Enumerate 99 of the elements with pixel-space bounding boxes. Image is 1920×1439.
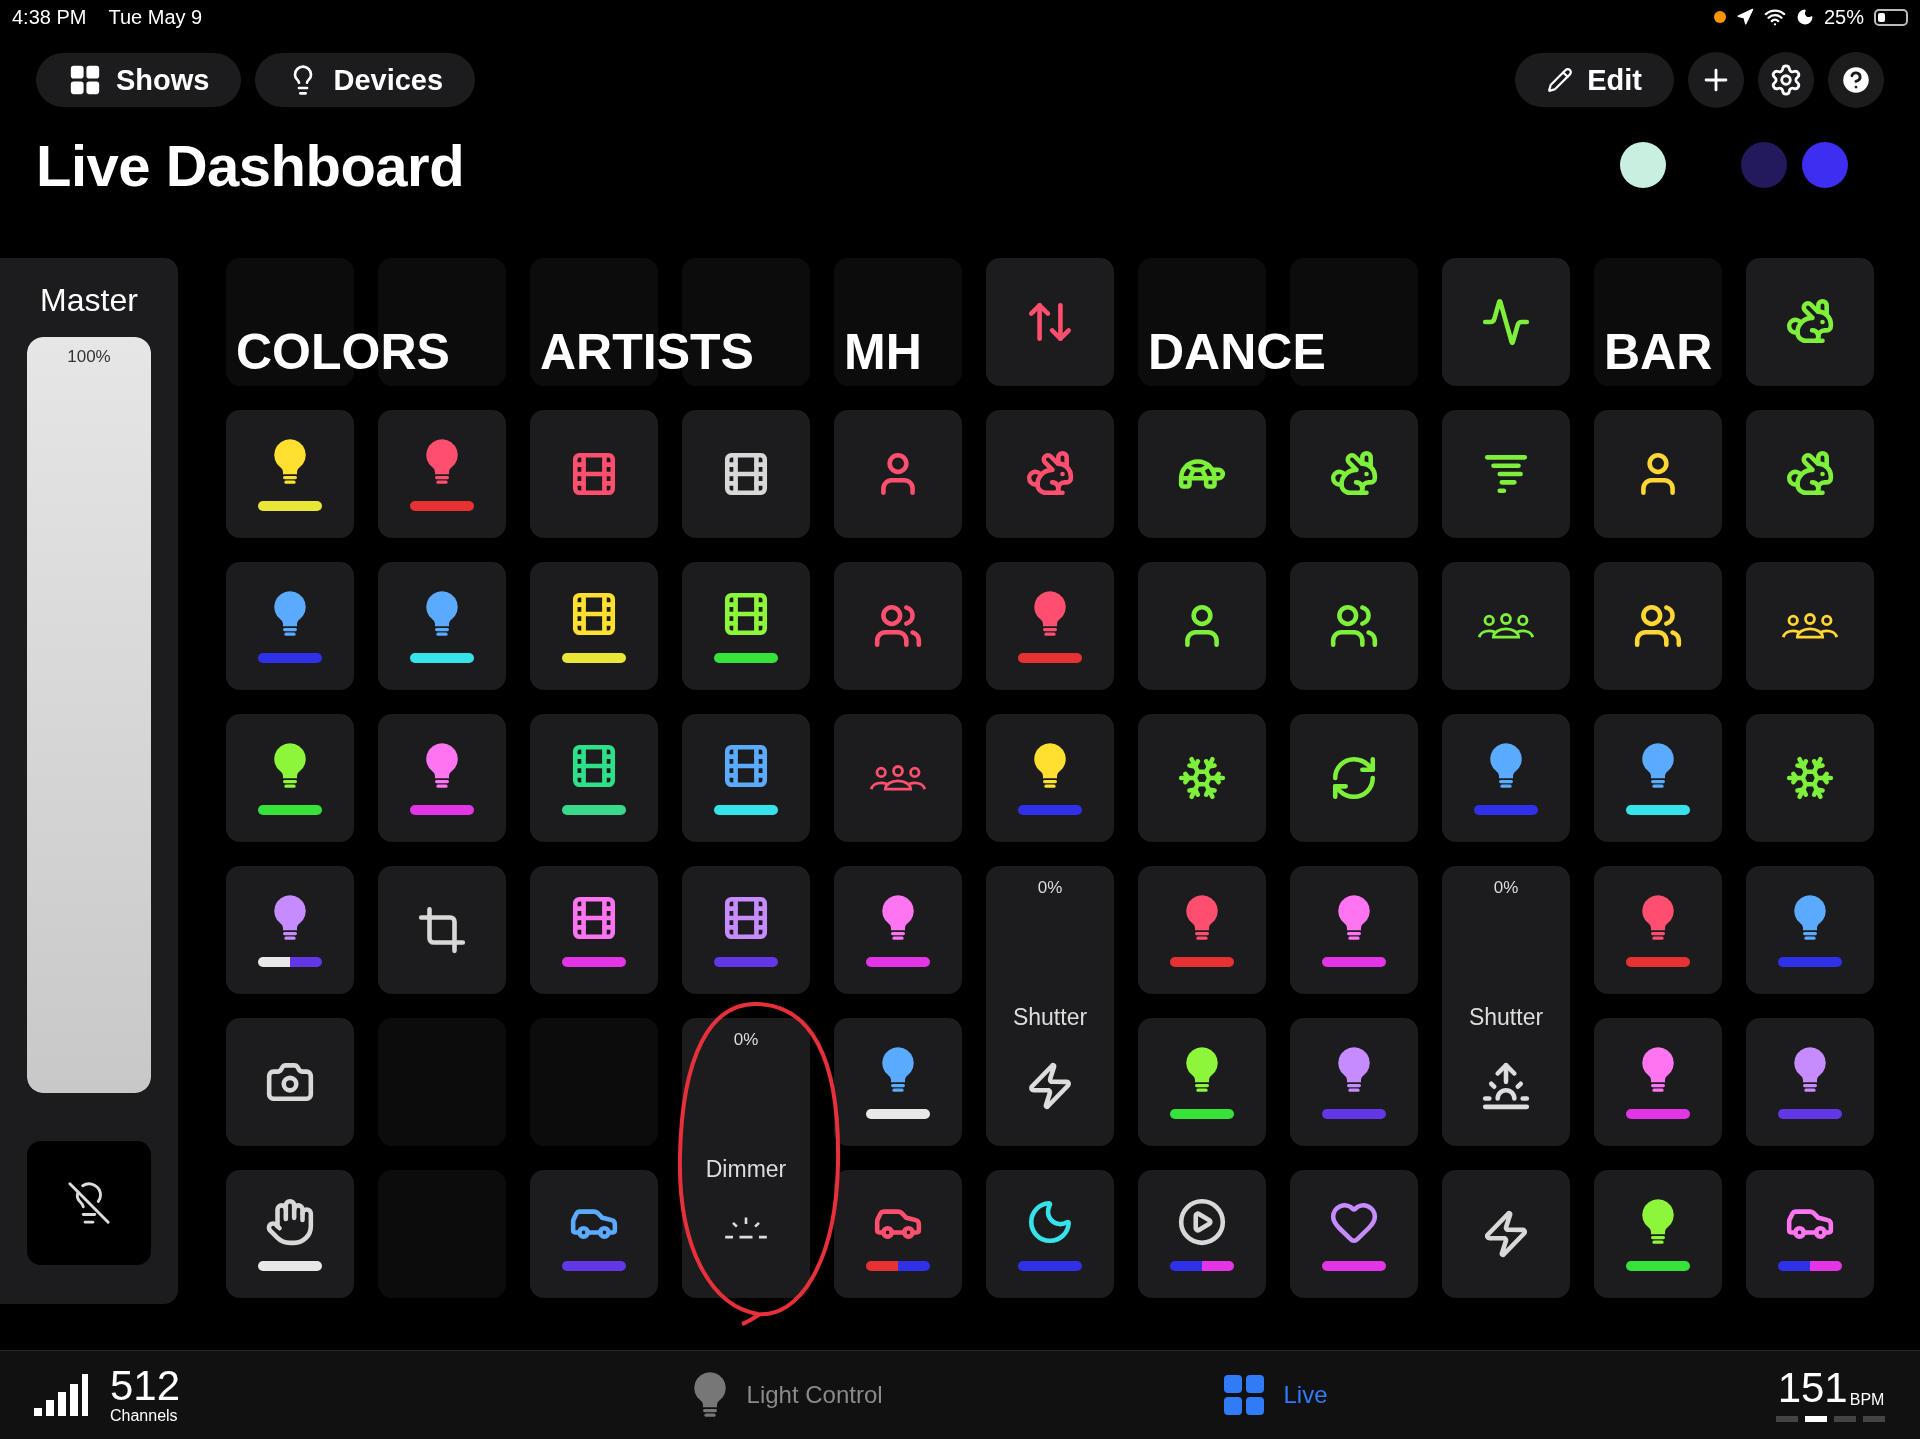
scene-button[interactable] bbox=[834, 866, 962, 994]
status-time: 4:38 PM bbox=[12, 5, 87, 29]
wifi-icon bbox=[1763, 6, 1786, 28]
scene-button[interactable] bbox=[1138, 1018, 1266, 1146]
settings-button[interactable] bbox=[1758, 52, 1814, 108]
shows-button[interactable]: Shows bbox=[36, 53, 242, 107]
group-heading: ARTISTS bbox=[540, 325, 754, 380]
scene-button[interactable] bbox=[682, 866, 810, 994]
channel-label: Channels bbox=[110, 1407, 178, 1425]
color-swatch[interactable] bbox=[1802, 142, 1848, 188]
bpm-value: 151 bbox=[1777, 1367, 1848, 1409]
scene-button[interactable] bbox=[1594, 1170, 1722, 1298]
group-heading: BAR bbox=[1604, 325, 1713, 380]
scene-button[interactable] bbox=[378, 866, 506, 994]
scene-button[interactable] bbox=[1746, 714, 1874, 842]
scene-button[interactable] bbox=[834, 1018, 962, 1146]
scene-button[interactable] bbox=[1594, 1018, 1722, 1146]
status-date: Tue May 9 bbox=[108, 5, 203, 29]
master-label: Master bbox=[40, 282, 138, 319]
bottom-tab[interactable]: Light Control bbox=[688, 1370, 883, 1420]
scene-button[interactable] bbox=[226, 714, 354, 842]
master-reading: 100% bbox=[66, 347, 112, 367]
signal-icon bbox=[34, 1374, 88, 1416]
scene-button[interactable] bbox=[1138, 1170, 1266, 1298]
pencil-icon bbox=[1547, 67, 1574, 93]
fader-control[interactable]: 0% Dimmer bbox=[682, 1018, 810, 1298]
scene-button[interactable] bbox=[682, 410, 810, 538]
fader-control[interactable]: 0% Shutter bbox=[1442, 866, 1570, 1146]
scene-button[interactable] bbox=[1138, 410, 1266, 538]
scene-button[interactable] bbox=[530, 1170, 658, 1298]
group-heading: MH bbox=[844, 325, 922, 380]
fader-label: Dimmer bbox=[705, 1156, 787, 1183]
scene-button[interactable] bbox=[1442, 562, 1570, 690]
scene-button[interactable] bbox=[682, 714, 810, 842]
scene-button[interactable] bbox=[530, 714, 658, 842]
help-button[interactable] bbox=[1828, 52, 1884, 108]
scene-button[interactable] bbox=[986, 1170, 1114, 1298]
add-button[interactable] bbox=[1688, 52, 1744, 108]
scene-button[interactable] bbox=[986, 714, 1114, 842]
edit-button[interactable]: Edit bbox=[1515, 53, 1674, 107]
scene-button[interactable] bbox=[1594, 410, 1722, 538]
color-swatch[interactable] bbox=[1741, 142, 1787, 188]
scene-button[interactable] bbox=[1594, 714, 1722, 842]
beat-indicator-icon bbox=[1776, 1415, 1886, 1423]
scene-button[interactable] bbox=[1138, 714, 1266, 842]
scene-button[interactable] bbox=[226, 866, 354, 994]
scene-button[interactable] bbox=[1290, 1018, 1418, 1146]
scene-button[interactable] bbox=[682, 562, 810, 690]
battery-icon bbox=[1874, 8, 1908, 26]
scene-button[interactable] bbox=[226, 1018, 354, 1146]
group-heading: COLORS bbox=[236, 325, 450, 380]
scene-button[interactable] bbox=[1442, 714, 1570, 842]
scene-button[interactable] bbox=[1746, 1018, 1874, 1146]
scene-button[interactable] bbox=[1746, 562, 1874, 690]
scene-button[interactable] bbox=[530, 866, 658, 994]
fader-control[interactable]: 0% Shutter bbox=[986, 866, 1114, 1146]
bpm-unit: BPM bbox=[1849, 1391, 1885, 1409]
master-slider[interactable]: 100% bbox=[27, 337, 151, 1093]
blackout-button[interactable] bbox=[27, 1141, 151, 1265]
channel-count: 512 bbox=[110, 1365, 181, 1407]
scene-button[interactable] bbox=[1594, 562, 1722, 690]
battery-percent: 25% bbox=[1823, 5, 1864, 29]
lightbulb-off-icon bbox=[66, 1180, 112, 1226]
scene-button[interactable] bbox=[226, 562, 354, 690]
scene-button[interactable] bbox=[1290, 1170, 1418, 1298]
scene-button[interactable] bbox=[1442, 1170, 1570, 1298]
scene-button[interactable] bbox=[1746, 410, 1874, 538]
sunrise-icon bbox=[1481, 1061, 1531, 1111]
location-icon bbox=[1735, 8, 1754, 26]
header-button[interactable] bbox=[1746, 258, 1874, 386]
scene-button[interactable] bbox=[1138, 562, 1266, 690]
fader-reading: 0% bbox=[1492, 878, 1520, 898]
scene-button[interactable] bbox=[378, 714, 506, 842]
page-title: Live Dashboard bbox=[36, 131, 465, 199]
bottom-tab[interactable]: Live bbox=[1219, 1370, 1328, 1420]
scene-button[interactable] bbox=[226, 1170, 354, 1298]
group-heading: DANCE bbox=[1148, 325, 1326, 380]
settings-icon bbox=[1769, 63, 1803, 97]
scene-button[interactable] bbox=[226, 410, 354, 538]
fader-label: Shutter bbox=[1012, 1004, 1088, 1031]
fader-reading: 0% bbox=[1036, 878, 1064, 898]
scene-button[interactable] bbox=[1290, 410, 1418, 538]
scene-button[interactable] bbox=[530, 562, 658, 690]
scene-button[interactable] bbox=[1746, 866, 1874, 994]
scene-button[interactable] bbox=[1290, 562, 1418, 690]
scene-button[interactable] bbox=[1290, 866, 1418, 994]
scene-button[interactable] bbox=[1290, 714, 1418, 842]
fader-reading: 0% bbox=[732, 1030, 760, 1050]
scene-button[interactable] bbox=[1442, 410, 1570, 538]
color-swatch[interactable] bbox=[1620, 142, 1666, 188]
grid-icon bbox=[68, 63, 102, 97]
scene-button[interactable] bbox=[378, 562, 506, 690]
fader-label: Shutter bbox=[1468, 1004, 1544, 1031]
header-button[interactable] bbox=[986, 258, 1114, 386]
scene-button[interactable] bbox=[1746, 1170, 1874, 1298]
recording-dot-icon bbox=[1713, 11, 1726, 23]
devices-button[interactable]: Devices bbox=[255, 53, 476, 107]
moon-icon bbox=[1795, 8, 1814, 26]
header-button[interactable] bbox=[1442, 258, 1570, 386]
